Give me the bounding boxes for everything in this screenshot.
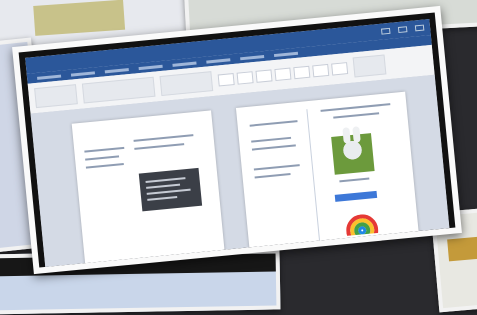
style-preview[interactable] [236, 71, 254, 85]
text-line [251, 144, 296, 151]
tab-layout[interactable] [172, 61, 197, 67]
style-preview[interactable] [293, 65, 311, 80]
minimize-icon[interactable] [380, 27, 391, 35]
style-preview[interactable] [312, 63, 330, 78]
text-line [249, 120, 298, 127]
tab-references[interactable] [206, 57, 231, 64]
font-group[interactable] [81, 76, 156, 104]
close-icon[interactable] [414, 24, 425, 32]
text-line [333, 112, 380, 119]
image-text-line [146, 183, 181, 189]
monitor-screen [18, 12, 456, 268]
tab-home[interactable] [70, 70, 96, 77]
document-page[interactable] [71, 110, 227, 267]
rainbow-picture[interactable] [344, 212, 379, 236]
text-line [320, 103, 391, 112]
styles-gallery[interactable] [217, 62, 349, 87]
document-page[interactable] [235, 91, 421, 267]
image-text-line [146, 188, 191, 195]
screenshot-image[interactable] [138, 167, 203, 212]
text-line [84, 146, 125, 153]
photo-chip [447, 236, 477, 262]
editing-group[interactable] [352, 54, 387, 78]
tab-insert[interactable] [104, 67, 129, 73]
photo-thumbnail [33, 0, 126, 36]
main-photo [12, 5, 462, 275]
style-preview[interactable] [217, 73, 235, 87]
text-line [339, 177, 370, 183]
blue-button[interactable] [334, 190, 378, 202]
text-line [253, 164, 300, 171]
text-line [85, 155, 120, 161]
tab-view[interactable] [273, 51, 299, 57]
style-preview[interactable] [274, 67, 292, 82]
text-line [134, 143, 185, 150]
text-line [85, 162, 124, 169]
word-processor-window [25, 19, 450, 267]
style-preview[interactable] [255, 69, 273, 83]
paragraph-group[interactable] [159, 71, 214, 97]
image-text-line [145, 177, 186, 183]
text-line [133, 134, 194, 142]
tab-file[interactable] [36, 74, 62, 80]
rabbit-ear [342, 127, 351, 144]
tab-review[interactable] [240, 54, 265, 60]
image-text-line [147, 195, 178, 201]
text-column [244, 109, 321, 255]
text-line [254, 173, 291, 179]
text-line [251, 136, 292, 143]
style-preview[interactable] [331, 62, 349, 76]
clipboard-group[interactable] [34, 84, 78, 109]
maximize-icon[interactable] [397, 26, 408, 34]
rabbit-photo[interactable] [331, 126, 375, 175]
tab-design[interactable] [138, 64, 163, 70]
rabbit-ear [352, 126, 361, 143]
